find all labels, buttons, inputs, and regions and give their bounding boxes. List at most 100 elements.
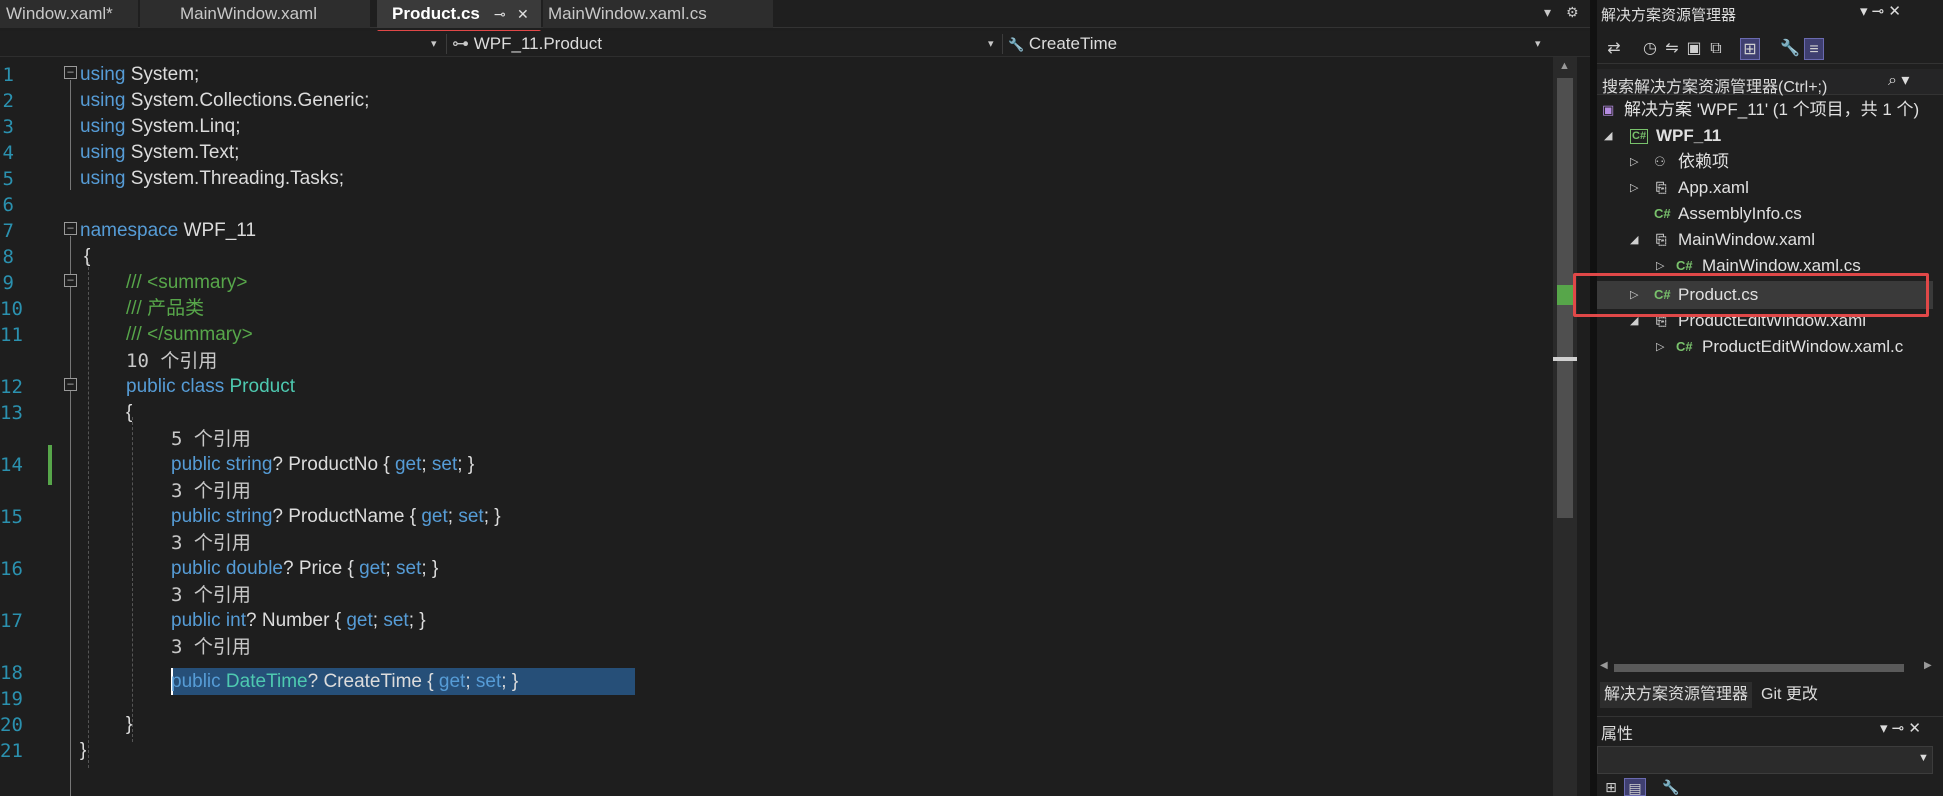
expanded-triangle-icon[interactable]: ◢ [1630, 227, 1638, 253]
collapsed-triangle-icon[interactable]: ▷ [1630, 149, 1638, 175]
codelens-references[interactable]: 3 个引用 [171, 634, 251, 660]
collapse-toggle[interactable]: − [64, 274, 77, 287]
code-line-14: public string? ProductNo { get; set; } [171, 454, 475, 475]
class-dropdown[interactable]: ⊶ WPF_11.Product [452, 33, 992, 55]
tree-item-label: AssemblyInfo.cs [1678, 204, 1802, 223]
pin-icon[interactable]: ⊸ [494, 0, 506, 28]
tab-window-xaml[interactable]: Window.xaml* [0, 0, 138, 28]
tab-mainwindow-xaml-cs[interactable]: MainWindow.xaml.cs [543, 0, 773, 28]
code-line-1: using System; [80, 64, 200, 85]
code-line-19: } [126, 714, 133, 735]
navigation-bar: ▾ ⊶ WPF_11.Product ▾ 🔧 CreateTime ▾ [0, 31, 1590, 57]
collapsed-triangle-icon[interactable]: ▷ [1630, 175, 1638, 201]
expanded-triangle-icon[interactable]: ◢ [1604, 123, 1612, 149]
properties-wrench-icon[interactable]: 🔧 [1780, 38, 1800, 60]
project-dropdown-caret[interactable]: ▾ [431, 33, 437, 55]
line-number: 1 [2, 64, 14, 86]
panel-splitter[interactable] [1590, 0, 1597, 796]
line-number: 2 [2, 90, 14, 112]
tree-item-label: 解决方案 'WPF_11' (1 个项目，共 1 个) [1624, 100, 1920, 119]
switch-views-icon[interactable]: ⇄ [1604, 38, 1624, 60]
categorized-icon[interactable]: ⊞ [1600, 778, 1622, 796]
line-number: 20 [0, 714, 23, 736]
code-line-2: using System.Collections.Generic; [80, 90, 370, 111]
copy-icon[interactable]: ⧉ [1706, 38, 1726, 60]
tab-solution-explorer[interactable]: 解决方案资源管理器 [1600, 682, 1753, 708]
line-number: 4 [2, 142, 14, 164]
collapse-toggle[interactable]: − [64, 222, 77, 235]
codelens-references[interactable]: 3 个引用 [171, 478, 251, 504]
change-marker [48, 445, 52, 485]
code-line-20: } [80, 740, 87, 761]
collapsed-triangle-icon[interactable]: ▷ [1656, 334, 1664, 360]
tab-label: MainWindow.xaml [180, 4, 317, 23]
scroll-right-icon[interactable]: ▶ [1924, 660, 1932, 671]
tree-item-label: ProductEditWindow.xaml.c [1702, 337, 1904, 356]
settings-icon[interactable]: ⚙ [1566, 4, 1579, 21]
panel-window-controls-icon[interactable]: ▾ ⊸ ✕ [1880, 719, 1921, 737]
close-icon[interactable]: ✕ [517, 0, 529, 28]
member-dropdown-label: CreateTime [1028, 34, 1118, 53]
object-selector-dropdown[interactable] [1597, 746, 1933, 774]
class-dropdown-caret[interactable]: ▾ [988, 33, 994, 55]
tab-product-cs[interactable]: Product.cs ⊸ ✕ [377, 0, 541, 28]
show-all-files-icon[interactable]: ⊞ [1740, 38, 1760, 60]
codelens-references[interactable]: 3 个引用 [171, 582, 251, 608]
member-dropdown-caret[interactable]: ▾ [1535, 33, 1541, 55]
panel-window-controls-icon[interactable]: ▾ ⊸ ✕ [1860, 2, 1901, 20]
tab-git-changes[interactable]: Git 更改 [1761, 682, 1818, 708]
scroll-left-icon[interactable]: ◀ [1600, 660, 1608, 671]
codelens-references[interactable]: 10 个引用 [126, 348, 217, 374]
solution-icon: ▣ [1602, 102, 1615, 117]
line-number: 9 [2, 272, 14, 294]
tab-label: MainWindow.xaml.cs [548, 4, 707, 23]
line-number: 8 [2, 246, 14, 268]
tab-mainwindow-xaml[interactable]: MainWindow.xaml [140, 0, 370, 28]
divider [446, 34, 447, 54]
code-line-16: public double? Price { get; set; } [171, 558, 439, 579]
code-line-4: using System.Text; [80, 142, 240, 163]
indent-guide [132, 417, 133, 742]
codelens-references[interactable]: 3 个引用 [171, 530, 251, 556]
xaml-file-icon: ⎘ [1656, 180, 1667, 195]
wrench-icon[interactable]: 🔧 [1660, 778, 1682, 796]
code-line-13: { [126, 402, 133, 423]
wrench-icon: 🔧 [1008, 37, 1025, 52]
indent-guide [88, 262, 89, 768]
tree-item-label: App.xaml [1678, 178, 1749, 197]
code-line-17: public int? Number { get; set; } [171, 610, 426, 631]
line-number: 21 [0, 740, 23, 762]
member-dropdown[interactable]: 🔧 CreateTime [1008, 33, 1538, 55]
scroll-up-icon[interactable]: ▲ [1559, 60, 1570, 72]
line-number: 18 [0, 662, 23, 684]
code-line-8: { [84, 246, 91, 267]
codelens-references[interactable]: 5 个引用 [171, 426, 251, 452]
tab-label: Product.cs [392, 4, 480, 23]
search-input[interactable]: 搜索解决方案资源管理器(Ctrl+;) [1602, 73, 1827, 97]
tab-overflow-icon[interactable]: ▾ [1544, 4, 1551, 21]
collapse-toggle[interactable]: − [64, 378, 77, 391]
history-icon[interactable]: ◷ [1640, 38, 1660, 60]
collapse-all-icon[interactable]: ▣ [1684, 38, 1704, 60]
preview-icon[interactable]: ≡ [1804, 38, 1824, 60]
properties-view-icon[interactable]: ▤ [1624, 778, 1646, 796]
chevron-down-icon[interactable]: ▼ [1918, 752, 1929, 764]
dependencies-icon: ⚇ [1654, 154, 1666, 169]
line-number: 15 [0, 506, 23, 528]
line-number: 5 [2, 168, 14, 190]
panel-title: 解决方案资源管理器 [1601, 7, 1737, 24]
search-icon[interactable]: ⌕ ▾ [1888, 70, 1909, 90]
tree-item-label: WPF_11 [1656, 126, 1722, 145]
collapse-toggle[interactable]: − [64, 66, 77, 79]
sync-icon[interactable]: ⇋ [1662, 38, 1682, 60]
code-line-7: namespace WPF_11 [80, 220, 257, 241]
code-line-5: using System.Threading.Tasks; [80, 168, 345, 189]
line-number: 12 [0, 376, 23, 398]
class-icon: ⊶ [452, 34, 469, 53]
code-line-12: public class Product [126, 376, 295, 397]
code-line-3: using System.Linq; [80, 116, 241, 137]
class-dropdown-label: WPF_11.Product [473, 34, 602, 53]
tab-label: Window.xaml* [6, 4, 113, 23]
csharp-project-icon: C# [1630, 129, 1649, 144]
scrollbar-thumb[interactable] [1614, 664, 1904, 672]
